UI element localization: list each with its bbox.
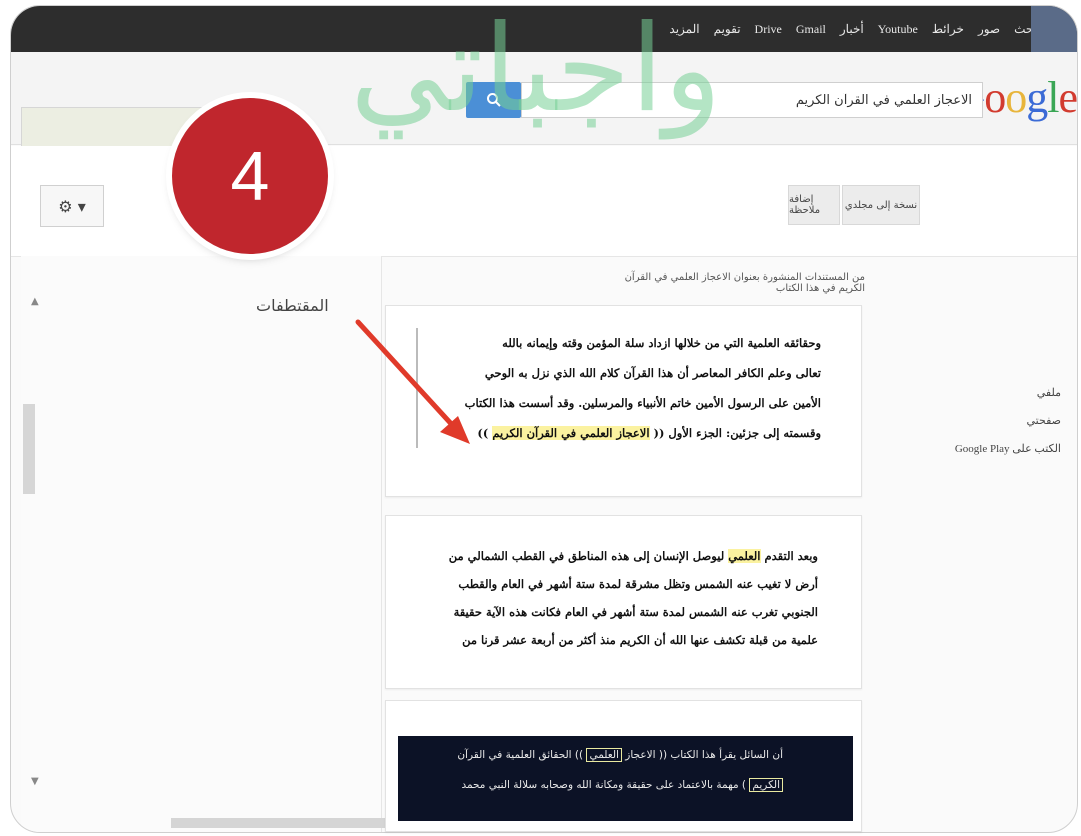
snippet-card-1[interactable]: وحقائقه العلمية التي من خلالها ازداد سلة… <box>385 305 862 497</box>
snippet-line: أن السائل يقرأ هذا الكتاب (( الاعجاز الع… <box>457 748 783 762</box>
search-highlight: العلمي <box>586 748 622 762</box>
search-highlight: العلمي <box>728 549 761 563</box>
snippet-line: الأمين على الرسول الأمين خاتم الأنبياء و… <box>464 396 821 410</box>
add-note-button[interactable]: إضافة ملاحظة <box>788 185 840 225</box>
topbar-link-gmail[interactable]: Gmail <box>796 22 826 37</box>
page-image-snippet: أن السائل يقرأ هذا الكتاب (( الاعجاز الع… <box>398 736 853 821</box>
snippet-line: وقسمته إلى جزئين: الجزء الأول (( الاعجاز… <box>477 426 821 440</box>
copy-to-folder-button[interactable]: نسخة إلى مجلدي <box>842 185 920 225</box>
snippet-card-2[interactable]: وبعد التقدم العلمي ليوصل الإنسان إلى هذه… <box>385 515 862 689</box>
scroll-down-icon[interactable]: ▼ <box>31 776 39 787</box>
topbar-link-images[interactable]: صور <box>978 22 1000 37</box>
settings-button[interactable]: ⚙ ▾ <box>40 185 104 227</box>
topbar-link-drive[interactable]: Drive <box>755 22 782 37</box>
topbar-links: بحث صور خرائط Youtube أخبار Gmail Drive … <box>669 6 1037 52</box>
snippet-line: علمية من قبلة تكشف عنها الله أن الكريم م… <box>462 633 818 647</box>
topbar-link-maps[interactable]: خرائط <box>932 22 964 37</box>
snippet-line: الكريم ) مهمة بالاعتماد على حقيقة ومكانة… <box>398 766 853 796</box>
right-nav-item-my-library[interactable]: ملفي <box>921 386 1061 399</box>
topbar-link-news[interactable]: أخبار <box>840 22 864 37</box>
snippet-line: الجنوبي تغرب عنه الشمس لمدة ستة أشهر في … <box>453 605 818 619</box>
search-highlight: الاعجاز العلمي في القرآن الكريم <box>492 426 650 440</box>
scroll-up-icon[interactable]: ▲ <box>31 296 39 307</box>
topbar-corner <box>1031 6 1077 52</box>
snippet-line: أرض لا تغيب عنه الشمس وتظل مشرقة لمدة ست… <box>458 577 818 591</box>
snippet-line: تعالى وعلم الكافر المعاصر أن هذا القرآن … <box>484 366 821 380</box>
gear-icon: ⚙ ▾ <box>58 196 86 216</box>
card-fade <box>386 666 861 688</box>
left-scrollbar[interactable] <box>23 404 35 494</box>
right-nav-item-my-page[interactable]: صفحتي <box>921 414 1062 427</box>
watermark-logo: واجباتي <box>350 0 722 139</box>
snippet-line: وبعد التقدم العلمي ليوصل الإنسان إلى هذه… <box>448 549 818 563</box>
snippets-panel <box>21 256 382 832</box>
snippet-card-3[interactable]: أن السائل يقرأ هذا الكتاب (( الاعجاز الع… <box>385 700 862 832</box>
snippet-line: وحقائقه العلمية التي من خلالها ازداد سلة… <box>502 336 821 350</box>
search-highlight: الكريم <box>749 778 783 792</box>
step-number-badge: 4 <box>172 98 328 254</box>
right-nav: ملفي صفحتي الكتب على Google Play <box>921 386 1061 470</box>
right-nav-item-google-play[interactable]: الكتب على Google Play <box>921 442 1061 455</box>
result-source-link[interactable]: من المستندات المنشورة بعنوان الاعجاز الع… <box>600 272 865 294</box>
topbar-link-youtube[interactable]: Youtube <box>878 22 918 37</box>
snippets-label: المقتطفات <box>256 296 329 315</box>
